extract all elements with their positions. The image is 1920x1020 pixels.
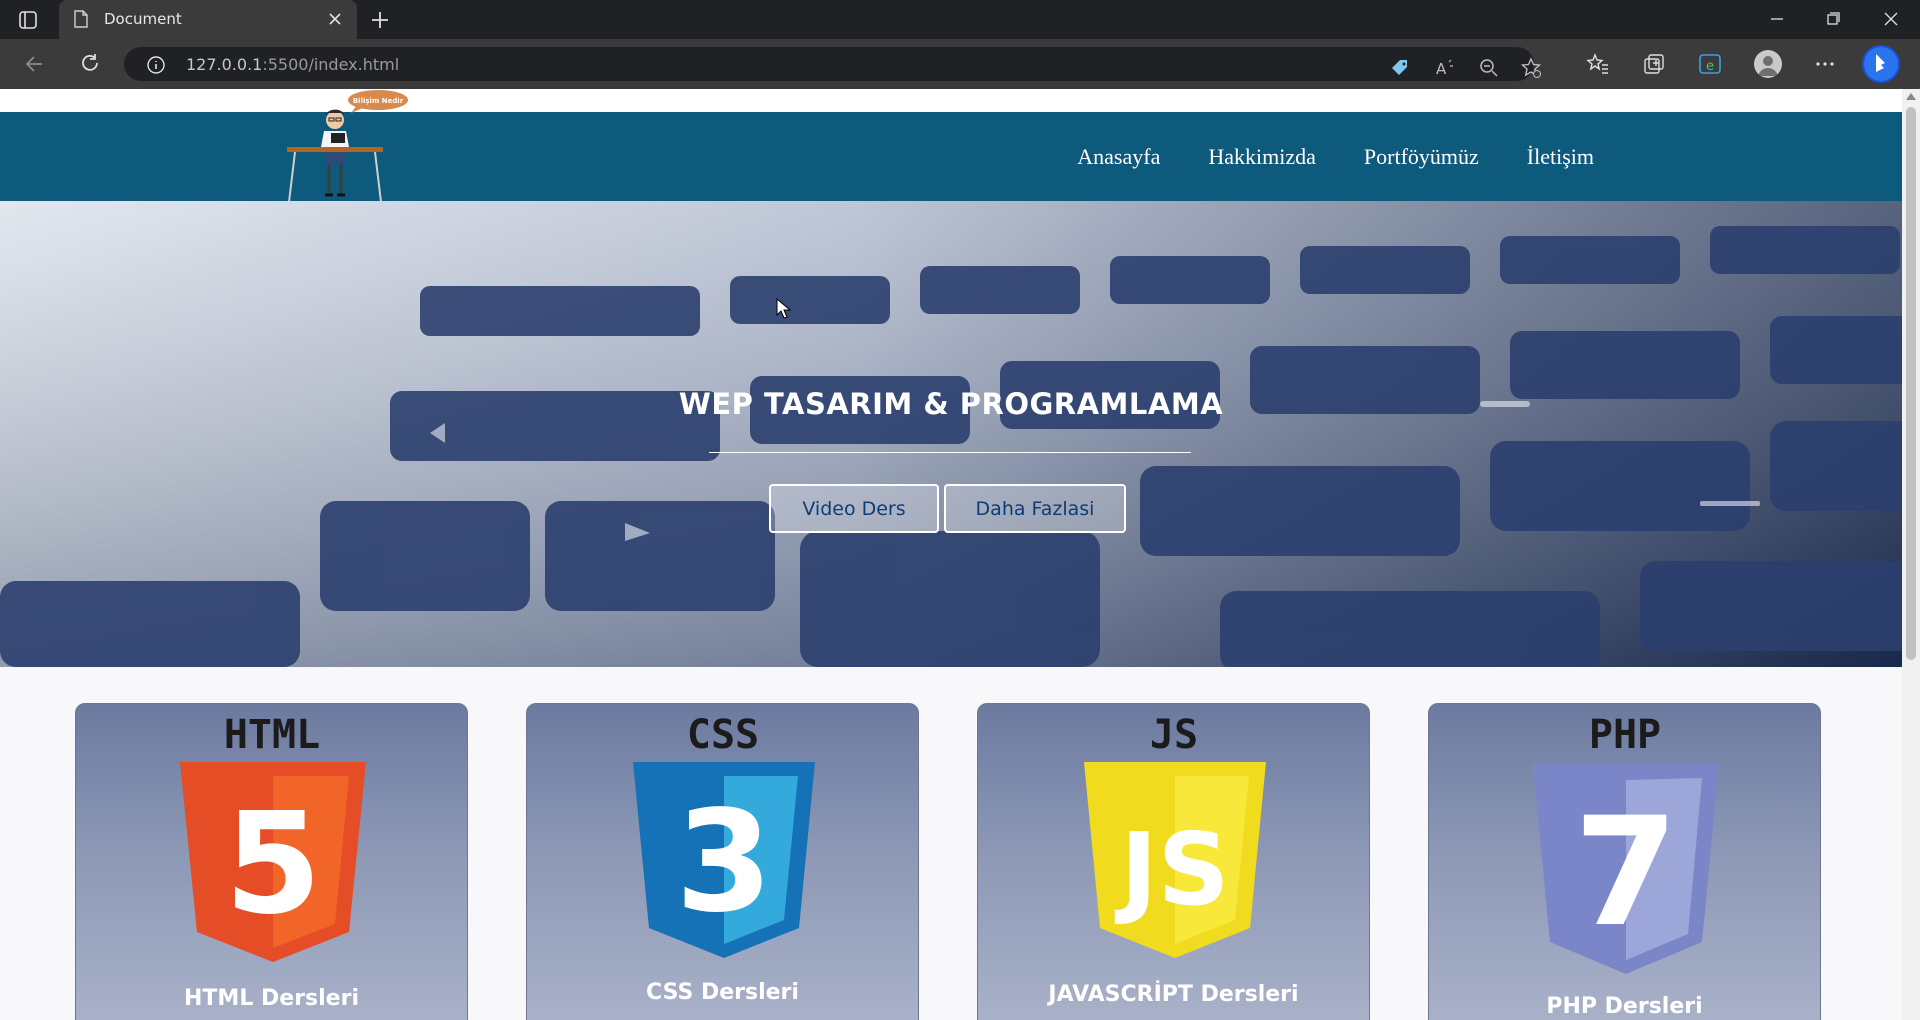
php7-shield-icon: 7 [1533, 764, 1719, 974]
course-cards: HTML 5 HTML Dersleri CSS 3 CSS Dersleri [0, 667, 1902, 1020]
browser-toolbar: 127.0.0.1:5500/index.html A e [0, 39, 1920, 89]
svg-text:CSS: CSS [687, 712, 759, 756]
svg-text:5: 5 [224, 783, 321, 946]
video-ders-button[interactable]: Video Ders [769, 484, 939, 533]
main-nav: Anasayfa Hakkimizda Portföyümüz İletişim [1077, 112, 1594, 201]
document-icon [74, 10, 88, 28]
back-icon[interactable] [22, 51, 48, 77]
zoom-out-icon[interactable] [1477, 56, 1501, 80]
nav-portfoyumuz[interactable]: Portföyümüz [1364, 144, 1479, 170]
profile-icon[interactable] [1754, 50, 1782, 78]
tag-icon[interactable] [1388, 56, 1412, 80]
svg-text:e: e [1706, 59, 1714, 74]
card-caption-javascript: JAVASCRİPT Dersleri [1048, 982, 1299, 1007]
nav-iletisim[interactable]: İletişim [1527, 144, 1594, 170]
close-icon[interactable] [325, 9, 345, 29]
card-caption-css: CSS Dersleri [646, 980, 799, 1005]
card-php[interactable]: PHP 7 PHP Dersleri [1428, 703, 1821, 1020]
plus-icon[interactable] [368, 8, 392, 32]
card-caption-php: PHP Dersleri [1546, 994, 1703, 1019]
refresh-icon[interactable] [77, 51, 103, 77]
nav-hakkimizda[interactable]: Hakkimizda [1208, 144, 1316, 170]
card-css[interactable]: CSS 3 CSS Dersleri [526, 703, 919, 1020]
hero-banner: WEP TASARIM & PROGRAMLAMA Video Ders Dah… [0, 201, 1902, 667]
browser-tab[interactable]: Document [59, 0, 357, 39]
edge-icon[interactable]: e [1697, 51, 1723, 77]
site-logo[interactable]: Bilişim Nedir [285, 89, 409, 204]
favorite-add-icon[interactable] [1519, 56, 1543, 80]
tab-actions-icon[interactable] [14, 8, 42, 32]
svg-text:JS: JS [1114, 811, 1229, 928]
hero-divider [709, 452, 1191, 453]
card-javascript[interactable]: JS JS JAVASCRİPT Dersleri [977, 703, 1370, 1020]
card-html[interactable]: HTML 5 HTML Dersleri [75, 703, 468, 1020]
scroll-up-icon[interactable] [1906, 93, 1916, 100]
url-text[interactable]: 127.0.0.1:5500/index.html [186, 55, 399, 74]
read-aloud-icon[interactable]: A [1433, 56, 1457, 80]
svg-text:PHP: PHP [1589, 712, 1661, 756]
logo-bubble-text: Bilişim Nedir [353, 97, 404, 105]
nav-anasayfa[interactable]: Anasayfa [1077, 144, 1160, 170]
card-caption-html: HTML Dersleri [184, 986, 359, 1011]
hero-title: WEP TASARIM & PROGRAMLAMA [678, 387, 1224, 421]
favorites-icon[interactable] [1585, 51, 1611, 77]
svg-text:HTML: HTML [224, 712, 320, 756]
html5-shield-icon: 5 [180, 762, 366, 962]
minimize-icon[interactable] [1762, 6, 1792, 32]
more-icon[interactable] [1812, 51, 1838, 77]
daha-fazlasi-button[interactable]: Daha Fazlasi [944, 484, 1126, 533]
collections-icon[interactable] [1641, 51, 1667, 77]
browser-tab-bar: Document [0, 0, 1920, 39]
svg-text:3: 3 [675, 781, 772, 944]
svg-text:7: 7 [1574, 786, 1678, 960]
tab-title: Document [104, 10, 182, 28]
window-close-icon[interactable] [1876, 6, 1906, 32]
css3-shield-icon: 3 [633, 762, 815, 958]
card-heading-html: HTML [224, 712, 320, 756]
web-page: Anasayfa Hakkimizda Portföyümüz İletişim… [0, 89, 1902, 1020]
restore-icon[interactable] [1818, 6, 1848, 32]
scroll-thumb[interactable] [1906, 107, 1916, 660]
info-icon[interactable] [146, 55, 166, 75]
page-scrollbar[interactable] [1902, 89, 1920, 1020]
bing-icon[interactable] [1862, 45, 1900, 83]
js-shield-icon: JS [1084, 762, 1266, 958]
svg-text:A: A [1436, 60, 1447, 78]
address-bar[interactable]: 127.0.0.1:5500/index.html A [124, 47, 1542, 81]
keyboard-image [0, 201, 1902, 667]
card-heading-js: JS [1150, 712, 1198, 756]
card-heading-php: PHP [1589, 712, 1661, 756]
svg-text:JS: JS [1150, 712, 1198, 756]
card-heading-css: CSS [687, 712, 759, 756]
mouse-cursor-icon [776, 298, 792, 319]
